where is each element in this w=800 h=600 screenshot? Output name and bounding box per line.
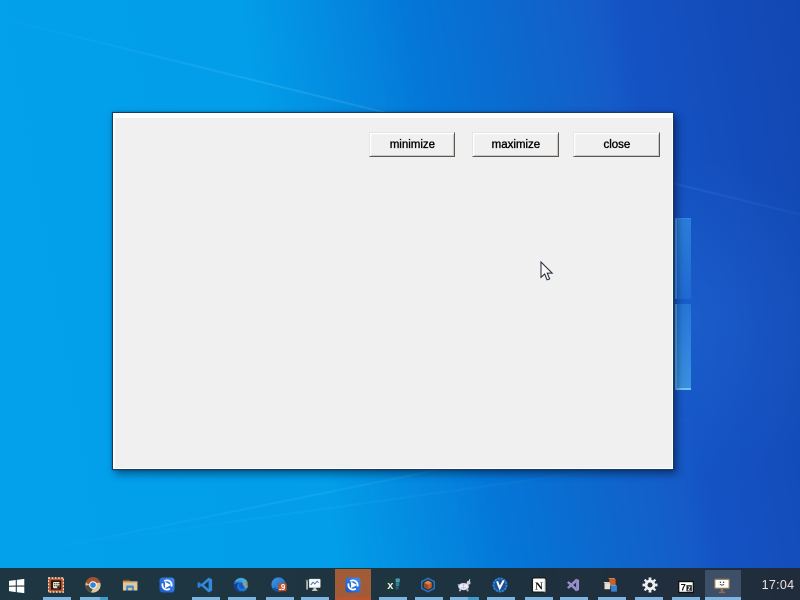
svg-text:N: N [535, 580, 543, 592]
svg-text:9: 9 [281, 583, 286, 592]
svg-text:z: z [687, 585, 691, 592]
svg-text:x: x [387, 580, 394, 592]
svg-text:7: 7 [681, 581, 686, 592]
